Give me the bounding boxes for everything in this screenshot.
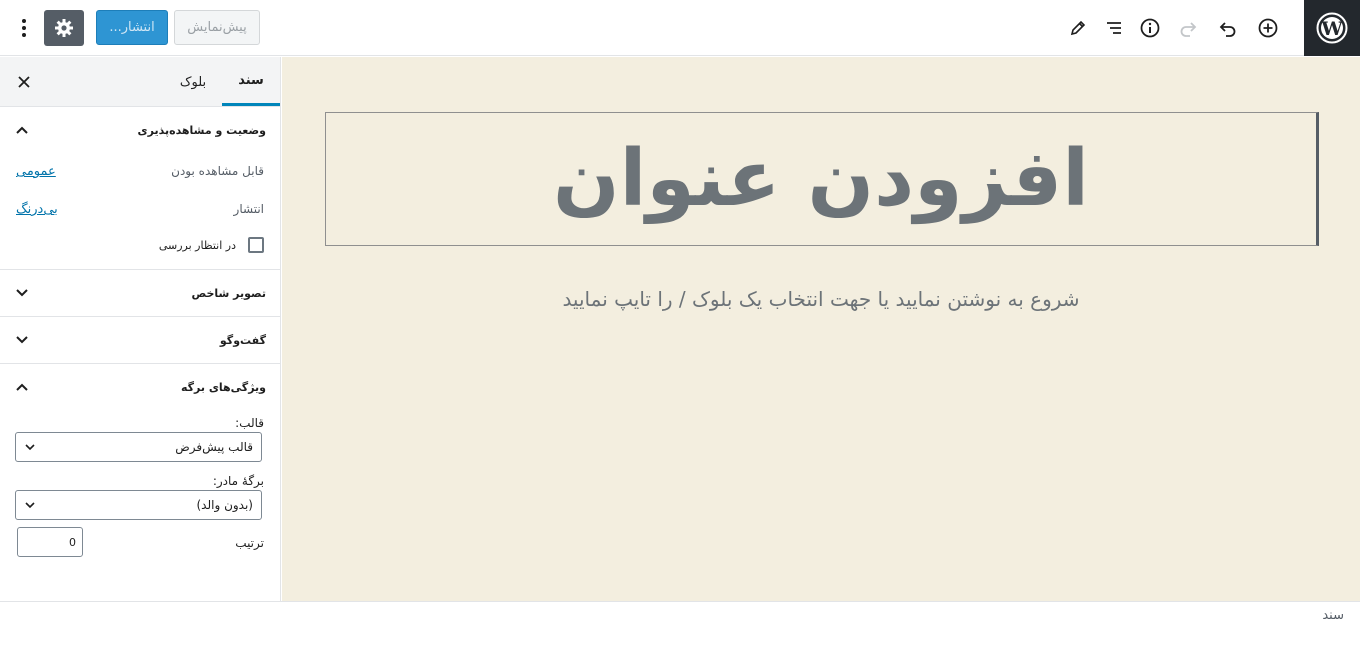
settings-button[interactable] <box>44 10 84 46</box>
order-row: ترتیب 0 <box>0 520 280 574</box>
redo-button[interactable] <box>1172 12 1204 44</box>
chevron-down-icon <box>16 336 28 344</box>
sidebar-tabs: سند بلوک <box>0 57 280 107</box>
chevron-up-icon <box>16 383 28 391</box>
publish-label: انتشار <box>233 202 264 216</box>
chevron-down-icon <box>25 502 35 509</box>
order-label: ترتیب <box>235 536 264 550</box>
order-input[interactable]: 0 <box>17 527 83 557</box>
pending-review-checkbox[interactable] <box>248 237 264 253</box>
publish-date-link[interactable]: بی‌درنگ <box>16 202 58 217</box>
undo-icon <box>1219 22 1236 37</box>
tab-document[interactable]: سند <box>222 57 280 106</box>
gear-icon <box>55 19 73 37</box>
chevron-down-icon <box>16 289 28 297</box>
template-select[interactable]: قالب پیش‌فرض <box>15 432 262 462</box>
svg-text:W: W <box>1320 18 1343 40</box>
panel-title: وضعیت و مشاهده‌پذیری <box>137 123 266 137</box>
breadcrumb[interactable]: سند <box>1322 608 1344 623</box>
template-label: قالب: <box>235 416 264 430</box>
wordpress-logo[interactable]: W <box>1304 0 1360 56</box>
add-block-button[interactable] <box>1252 12 1284 44</box>
add-block-icon <box>1258 18 1278 38</box>
edit-mode-button[interactable] <box>1062 12 1094 44</box>
settings-sidebar: سند بلوک وضعیت و مشاهده‌پذیری قابل مشاهد… <box>0 57 281 601</box>
template-select-value: قالب پیش‌فرض <box>175 440 253 454</box>
featured-image-panel: تصویر شاخص <box>0 270 280 317</box>
top-toolbar: W <box>0 0 1360 56</box>
discussion-toggle[interactable]: گفت‌وگو <box>0 317 280 363</box>
status-visibility-toggle[interactable]: وضعیت و مشاهده‌پذیری <box>0 107 280 153</box>
pending-review-label: در انتظار بررسی <box>158 239 236 252</box>
editor-canvas: افزودن عنوان شروع به نوشتن نمایید یا جهت… <box>282 57 1360 601</box>
post-title-placeholder: افزودن عنوان <box>553 134 1089 224</box>
visibility-row: قابل مشاهده بودن عمومی <box>0 153 280 191</box>
discussion-panel: گفت‌وگو <box>0 317 280 364</box>
visibility-label: قابل مشاهده بودن <box>171 164 264 178</box>
info-icon <box>1140 18 1160 38</box>
undo-button[interactable] <box>1212 12 1244 44</box>
status-visibility-panel: وضعیت و مشاهده‌پذیری قابل مشاهده بودن عم… <box>0 107 280 270</box>
panel-title: ویژگی‌های برگه <box>180 380 266 394</box>
close-sidebar-button[interactable] <box>12 70 36 94</box>
publish-button[interactable]: انتشار... <box>96 10 168 45</box>
featured-image-toggle[interactable]: تصویر شاخص <box>0 270 280 316</box>
visibility-link[interactable]: عمومی <box>16 164 56 179</box>
footer-bar: سند <box>0 601 1360 657</box>
page-attributes-toggle[interactable]: ویژگی‌های برگه <box>0 364 280 410</box>
tab-block[interactable]: بلوک <box>164 57 222 107</box>
info-button[interactable] <box>1134 12 1166 44</box>
list-view-button[interactable] <box>1098 12 1130 44</box>
publish-row: انتشار بی‌درنگ <box>0 191 280 229</box>
more-vertical-icon <box>22 19 26 37</box>
preview-button[interactable]: پیش‌نمایش <box>174 10 260 45</box>
editor-app: W <box>0 0 1360 657</box>
panel-title: گفت‌وگو <box>219 333 266 347</box>
page-attributes-panel: ویژگی‌های برگه قالب: قالب پیش‌فرض برگهٔ … <box>0 364 280 574</box>
parent-label: برگهٔ مادر: <box>212 474 264 488</box>
wordpress-logo-icon: W <box>1316 12 1348 44</box>
pending-review-row: در انتظار بررسی <box>0 229 280 269</box>
redo-icon <box>1180 22 1197 37</box>
list-view-icon <box>1107 22 1121 34</box>
pencil-icon <box>1070 20 1086 36</box>
parent-select-value: (بدون والد) <box>196 498 253 512</box>
post-title-input[interactable]: افزودن عنوان <box>325 112 1319 246</box>
parent-select[interactable]: (بدون والد) <box>15 490 262 520</box>
chevron-up-icon <box>16 126 28 134</box>
panel-title: تصویر شاخص <box>191 286 266 300</box>
more-options-button[interactable] <box>10 14 38 42</box>
default-block-appender[interactable]: شروع به نوشتن نمایید یا جهت انتخاب یک بل… <box>282 287 1360 311</box>
close-icon <box>18 76 30 88</box>
chevron-down-icon <box>25 444 35 451</box>
